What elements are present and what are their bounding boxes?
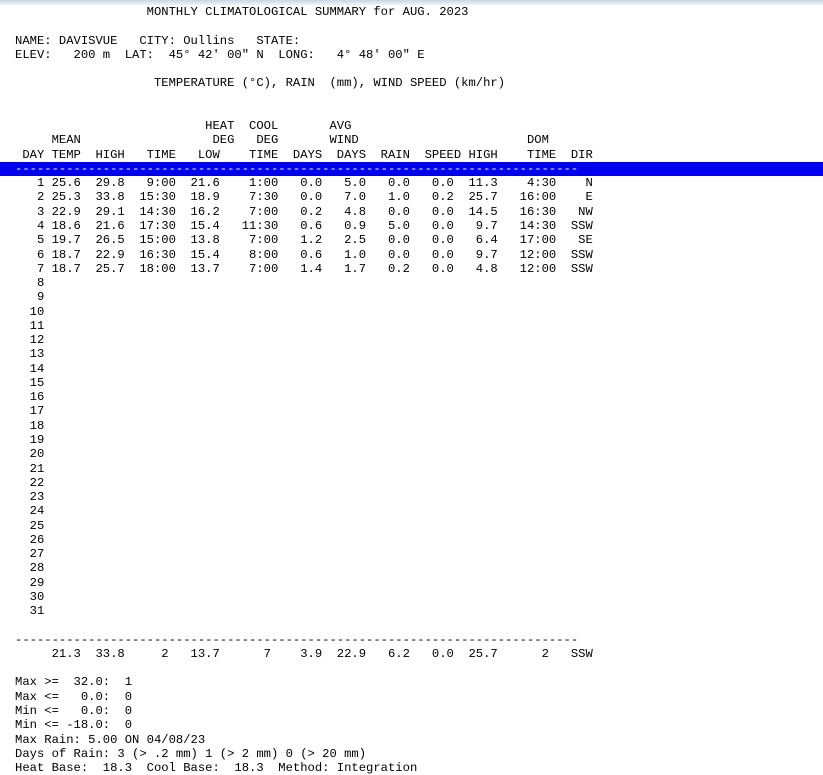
report-title: MONTHLY CLIMATOLOGICAL SUMMARY for AUG. … xyxy=(15,5,469,19)
table-row[interactable]: 30 xyxy=(0,590,823,604)
table-row[interactable]: 29 xyxy=(0,576,823,590)
table-row[interactable]: 23 xyxy=(0,490,823,504)
table-row[interactable]: 25 xyxy=(0,519,823,533)
table-row[interactable]: 21 xyxy=(0,462,823,476)
station-info-line-1: NAME: DAVISVUE CITY: Oullins STATE: xyxy=(15,33,301,48)
bottom-separator-line: ----------------------------------------… xyxy=(15,632,579,647)
table-row[interactable]: 20 xyxy=(0,447,823,461)
table-row[interactable]: 19 xyxy=(0,433,823,447)
units-line: TEMPERATURE (°C), RAIN (mm), WIND SPEED … xyxy=(15,76,506,91)
table-row[interactable]: 7 18.7 25.7 18:00 13.7 7:00 1.4 1.7 0.2 … xyxy=(0,262,823,276)
table-header-row-3: DAY TEMP HIGH TIME LOW TIME DAYS DAYS RA… xyxy=(15,147,593,162)
stat-max-rain: Max Rain: 5.00 ON 04/08/23 xyxy=(15,732,206,747)
table-row[interactable]: 28 xyxy=(0,561,823,575)
table-row[interactable]: 4 18.6 21.6 17:30 15.4 11:30 0.6 0.9 5.0… xyxy=(0,219,823,233)
table-row[interactable]: 24 xyxy=(0,504,823,518)
daily-data-rows: 1 25.6 29.8 9:00 21.6 1:00 0.0 5.0 0.0 0… xyxy=(0,176,823,618)
stat-max-ge: Max >= 32.0: 1 xyxy=(15,675,133,690)
stat-min-le-negative: Min <= -18.0: 0 xyxy=(15,718,133,733)
table-row[interactable]: 22 xyxy=(0,476,823,490)
climatological-summary-report: MONTHLY CLIMATOLOGICAL SUMMARY for AUG. … xyxy=(0,5,823,775)
table-row[interactable]: 27 xyxy=(0,547,823,561)
table-row[interactable]: 26 xyxy=(0,533,823,547)
station-info-line-2: ELEV: 200 m LAT: 45° 42' 00" N LONG: 4° … xyxy=(15,47,425,62)
table-row[interactable]: 18 xyxy=(0,419,823,433)
table-header-row-2: MEAN DEG DEG WIND DOM xyxy=(15,133,549,148)
stat-min-le: Min <= 0.0: 0 xyxy=(15,704,133,719)
table-row[interactable]: 6 18.7 22.9 16:30 15.4 8:00 0.6 1.0 0.0 … xyxy=(0,248,823,262)
table-row[interactable]: 12 xyxy=(0,333,823,347)
table-row[interactable]: 31 xyxy=(0,604,823,618)
table-row[interactable]: 1 25.6 29.8 9:00 21.6 1:00 0.0 5.0 0.0 0… xyxy=(0,176,823,190)
table-row[interactable]: 9 xyxy=(0,290,823,304)
stat-days-of-rain: Days of Rain: 3 (> .2 mm) 1 (> 2 mm) 0 (… xyxy=(15,746,367,761)
stat-heat-cool-base: Heat Base: 18.3 Cool Base: 18.3 Method: … xyxy=(15,761,418,775)
table-row[interactable]: 11 xyxy=(0,319,823,333)
table-row[interactable]: 13 xyxy=(0,347,823,361)
table-row[interactable]: 17 xyxy=(0,404,823,418)
stat-max-le: Max <= 0.0: 0 xyxy=(15,689,133,704)
table-row[interactable]: 16 xyxy=(0,390,823,404)
selected-separator-line[interactable]: ----------------------------------------… xyxy=(0,161,823,177)
table-row[interactable]: 5 19.7 26.5 15:00 13.8 7:00 1.2 2.5 0.0 … xyxy=(0,233,823,247)
table-header-row-1: HEAT COOL AVG xyxy=(15,119,352,134)
table-row[interactable]: 14 xyxy=(0,362,823,376)
table-row[interactable]: 15 xyxy=(0,376,823,390)
table-row[interactable]: 8 xyxy=(0,276,823,290)
table-row[interactable]: 10 xyxy=(0,305,823,319)
table-row[interactable]: 2 25.3 33.8 15:30 18.9 7:30 0.0 7.0 1.0 … xyxy=(0,190,823,204)
totals-row: 21.3 33.8 2 13.7 7 3.9 22.9 6.2 0.0 25.7… xyxy=(15,646,593,661)
table-row[interactable]: 3 22.9 29.1 14:30 16.2 7:00 0.2 4.8 0.0 … xyxy=(0,205,823,219)
